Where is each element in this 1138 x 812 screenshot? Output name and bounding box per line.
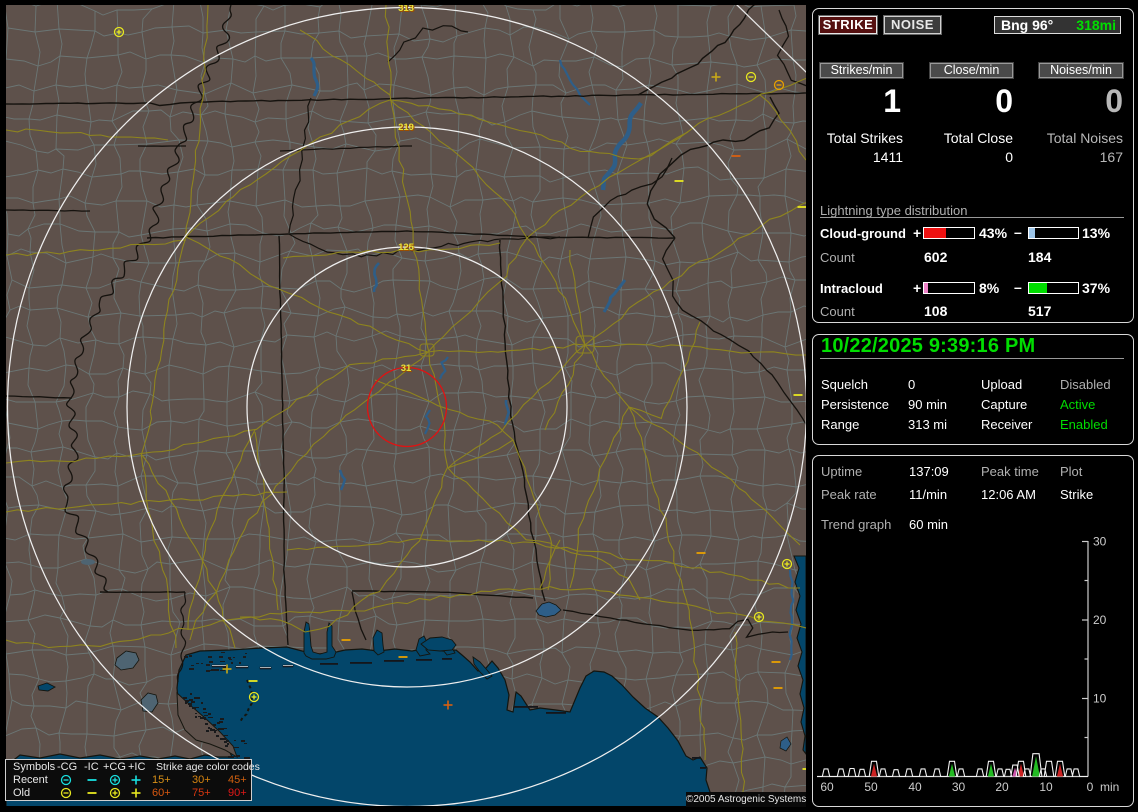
svg-text:20: 20 [995,780,1009,794]
svg-text:30: 30 [952,780,966,794]
svg-text:0: 0 [1087,780,1094,794]
svg-text:10: 10 [1039,780,1053,794]
svg-text:min: min [1100,780,1119,794]
svg-text:10: 10 [1093,692,1107,706]
svg-text:20: 20 [1093,613,1107,627]
svg-text:60: 60 [820,780,834,794]
svg-text:30: 30 [1093,535,1107,549]
svg-text:50: 50 [864,780,878,794]
svg-text:40: 40 [908,780,922,794]
